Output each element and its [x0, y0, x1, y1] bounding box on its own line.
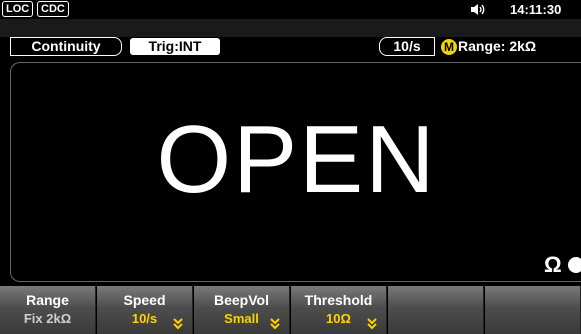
beep-indicator-icon: [568, 257, 581, 273]
softkey-speed[interactable]: Speed 10/s: [97, 286, 193, 334]
softkey-6[interactable]: [485, 286, 581, 334]
manual-range-icon: M: [441, 39, 457, 55]
main-display: OPEN Ω: [10, 62, 581, 282]
softkey-label: Range: [26, 292, 69, 308]
cdc-badge: CDC: [37, 1, 69, 17]
softkey-bar: Range Fix 2kΩ Speed 10/s BeepVol Small T…: [0, 284, 581, 334]
softkey-label: BeepVol: [214, 292, 269, 308]
double-chevron-down-icon: [270, 318, 280, 330]
info-bar: Continuity Trig:INT 10/s M Range: 2kΩ: [0, 19, 581, 59]
status-bar: LOC CDC 14:11:30: [0, 0, 581, 19]
measurement-reading: OPEN: [156, 106, 437, 213]
softkey-threshold[interactable]: Threshold 10Ω: [291, 286, 387, 334]
softkey-beepvol[interactable]: BeepVol Small: [194, 286, 290, 334]
softkey-range[interactable]: Range Fix 2kΩ: [0, 286, 96, 334]
double-chevron-down-icon: [367, 318, 377, 330]
range-indicator: Range: 2kΩ: [458, 38, 537, 54]
softkey-value: Fix 2kΩ: [23, 311, 72, 326]
unit-symbol: Ω: [544, 252, 562, 277]
softkey-label: Threshold: [304, 292, 373, 308]
softkey-label: Speed: [123, 292, 166, 308]
loc-badge: LOC: [2, 1, 34, 17]
sample-rate: 10/s: [379, 37, 435, 56]
softkey-5[interactable]: [388, 286, 484, 334]
measurement-mode: Continuity: [10, 37, 122, 56]
clock: 14:11:30: [510, 2, 562, 17]
double-chevron-down-icon: [173, 318, 183, 330]
speaker-icon: [471, 4, 485, 15]
trigger-status: Trig:INT: [130, 38, 220, 55]
